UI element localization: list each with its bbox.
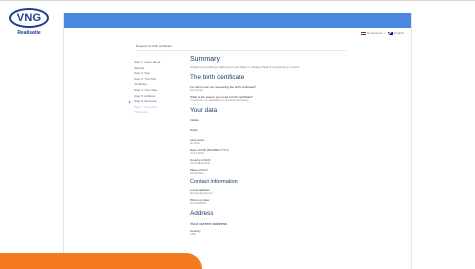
section-title-address: Address bbox=[190, 210, 214, 217]
step-item-upcoming: Thank you bbox=[134, 110, 149, 115]
data-field: Phone number 06-12345678 bbox=[190, 198, 346, 205]
step-item[interactable]: Sample bbox=[134, 66, 178, 71]
summary-lead: Check if everything is still correct you… bbox=[190, 65, 300, 69]
data-field: Last name de Vries bbox=[190, 138, 346, 145]
flag-en-icon bbox=[388, 31, 394, 35]
language-nl-link[interactable]: Nederlands bbox=[367, 31, 382, 35]
top-border bbox=[0, 0, 475, 1]
field-value: Amsterdam bbox=[190, 172, 204, 175]
step-item[interactable]: Step 2: Sign bbox=[134, 72, 178, 76]
language-en-link[interactable]: English bbox=[394, 31, 404, 35]
language-separator: / bbox=[384, 31, 386, 35]
page-content: Request for birth certificate Step 1: Le… bbox=[64, 38, 411, 269]
step-item[interactable]: Step 3: The birth bbox=[134, 77, 178, 82]
step-item[interactable]: Step 5: Address bbox=[134, 94, 178, 99]
step-navigation: Step 1: Learn about Sample Step 2: Sign … bbox=[129, 60, 178, 117]
answer-value: For myself bbox=[190, 89, 203, 92]
field-value: jdevries@mail.com bbox=[190, 192, 213, 195]
section-title-your-data: Your data bbox=[190, 107, 218, 114]
data-field: Date of birth (DD-MM-YYYY) 01-01-1970 bbox=[190, 148, 346, 155]
data-field: Initials bbox=[190, 118, 346, 125]
logo-oval: VNG bbox=[9, 8, 49, 28]
field-value: The Netherlands bbox=[190, 162, 210, 165]
answer-value: I need it for my application to the Dutc… bbox=[190, 99, 249, 102]
section-title-birth-certificate: The birth certificate bbox=[190, 74, 245, 81]
section-title-contact: Contact information bbox=[190, 179, 238, 185]
accent-bar bbox=[0, 253, 202, 269]
page-title: Summary bbox=[190, 56, 220, 63]
logo-brand: VNG bbox=[16, 12, 42, 24]
step-item[interactable]: Step 4: Your data bbox=[134, 88, 178, 93]
field-value: Chile bbox=[190, 233, 197, 236]
data-field: Place of birth Amsterdam bbox=[190, 168, 346, 175]
address-subtitle: Your current address bbox=[190, 221, 227, 226]
site-header bbox=[64, 13, 411, 28]
field-value: de Vries bbox=[190, 142, 200, 145]
step-item-upcoming: Step 7: Overview bbox=[134, 104, 157, 109]
field-value: 01-01-1970 bbox=[190, 152, 204, 155]
data-field: Country of birth The Netherlands bbox=[190, 158, 346, 165]
data-field: Prefix bbox=[190, 128, 346, 135]
form-title: Request for birth certificate bbox=[136, 44, 346, 51]
browser-page: Nederlands / English Request for birth c… bbox=[63, 13, 412, 269]
step-item-active[interactable]: Step 6: Summary bbox=[129, 100, 178, 104]
field-value: 06-12345678 bbox=[190, 202, 206, 205]
step-item[interactable]: certificate bbox=[134, 83, 178, 87]
summary-panel: Summary Check if everything is still cor… bbox=[190, 56, 346, 239]
field-value bbox=[190, 122, 346, 125]
step-item[interactable]: Step 1: Learn about bbox=[134, 60, 178, 65]
logo-subtitle: Realisatie bbox=[17, 30, 41, 36]
language-switcher: Nederlands / English bbox=[64, 28, 411, 38]
field-value bbox=[190, 132, 346, 135]
flag-nl-icon bbox=[360, 31, 366, 35]
data-field: e-mail address jdevries@mail.com bbox=[190, 188, 346, 195]
vng-logo: VNG Realisatie bbox=[5, 8, 53, 36]
data-field: Country Chile bbox=[190, 229, 346, 236]
